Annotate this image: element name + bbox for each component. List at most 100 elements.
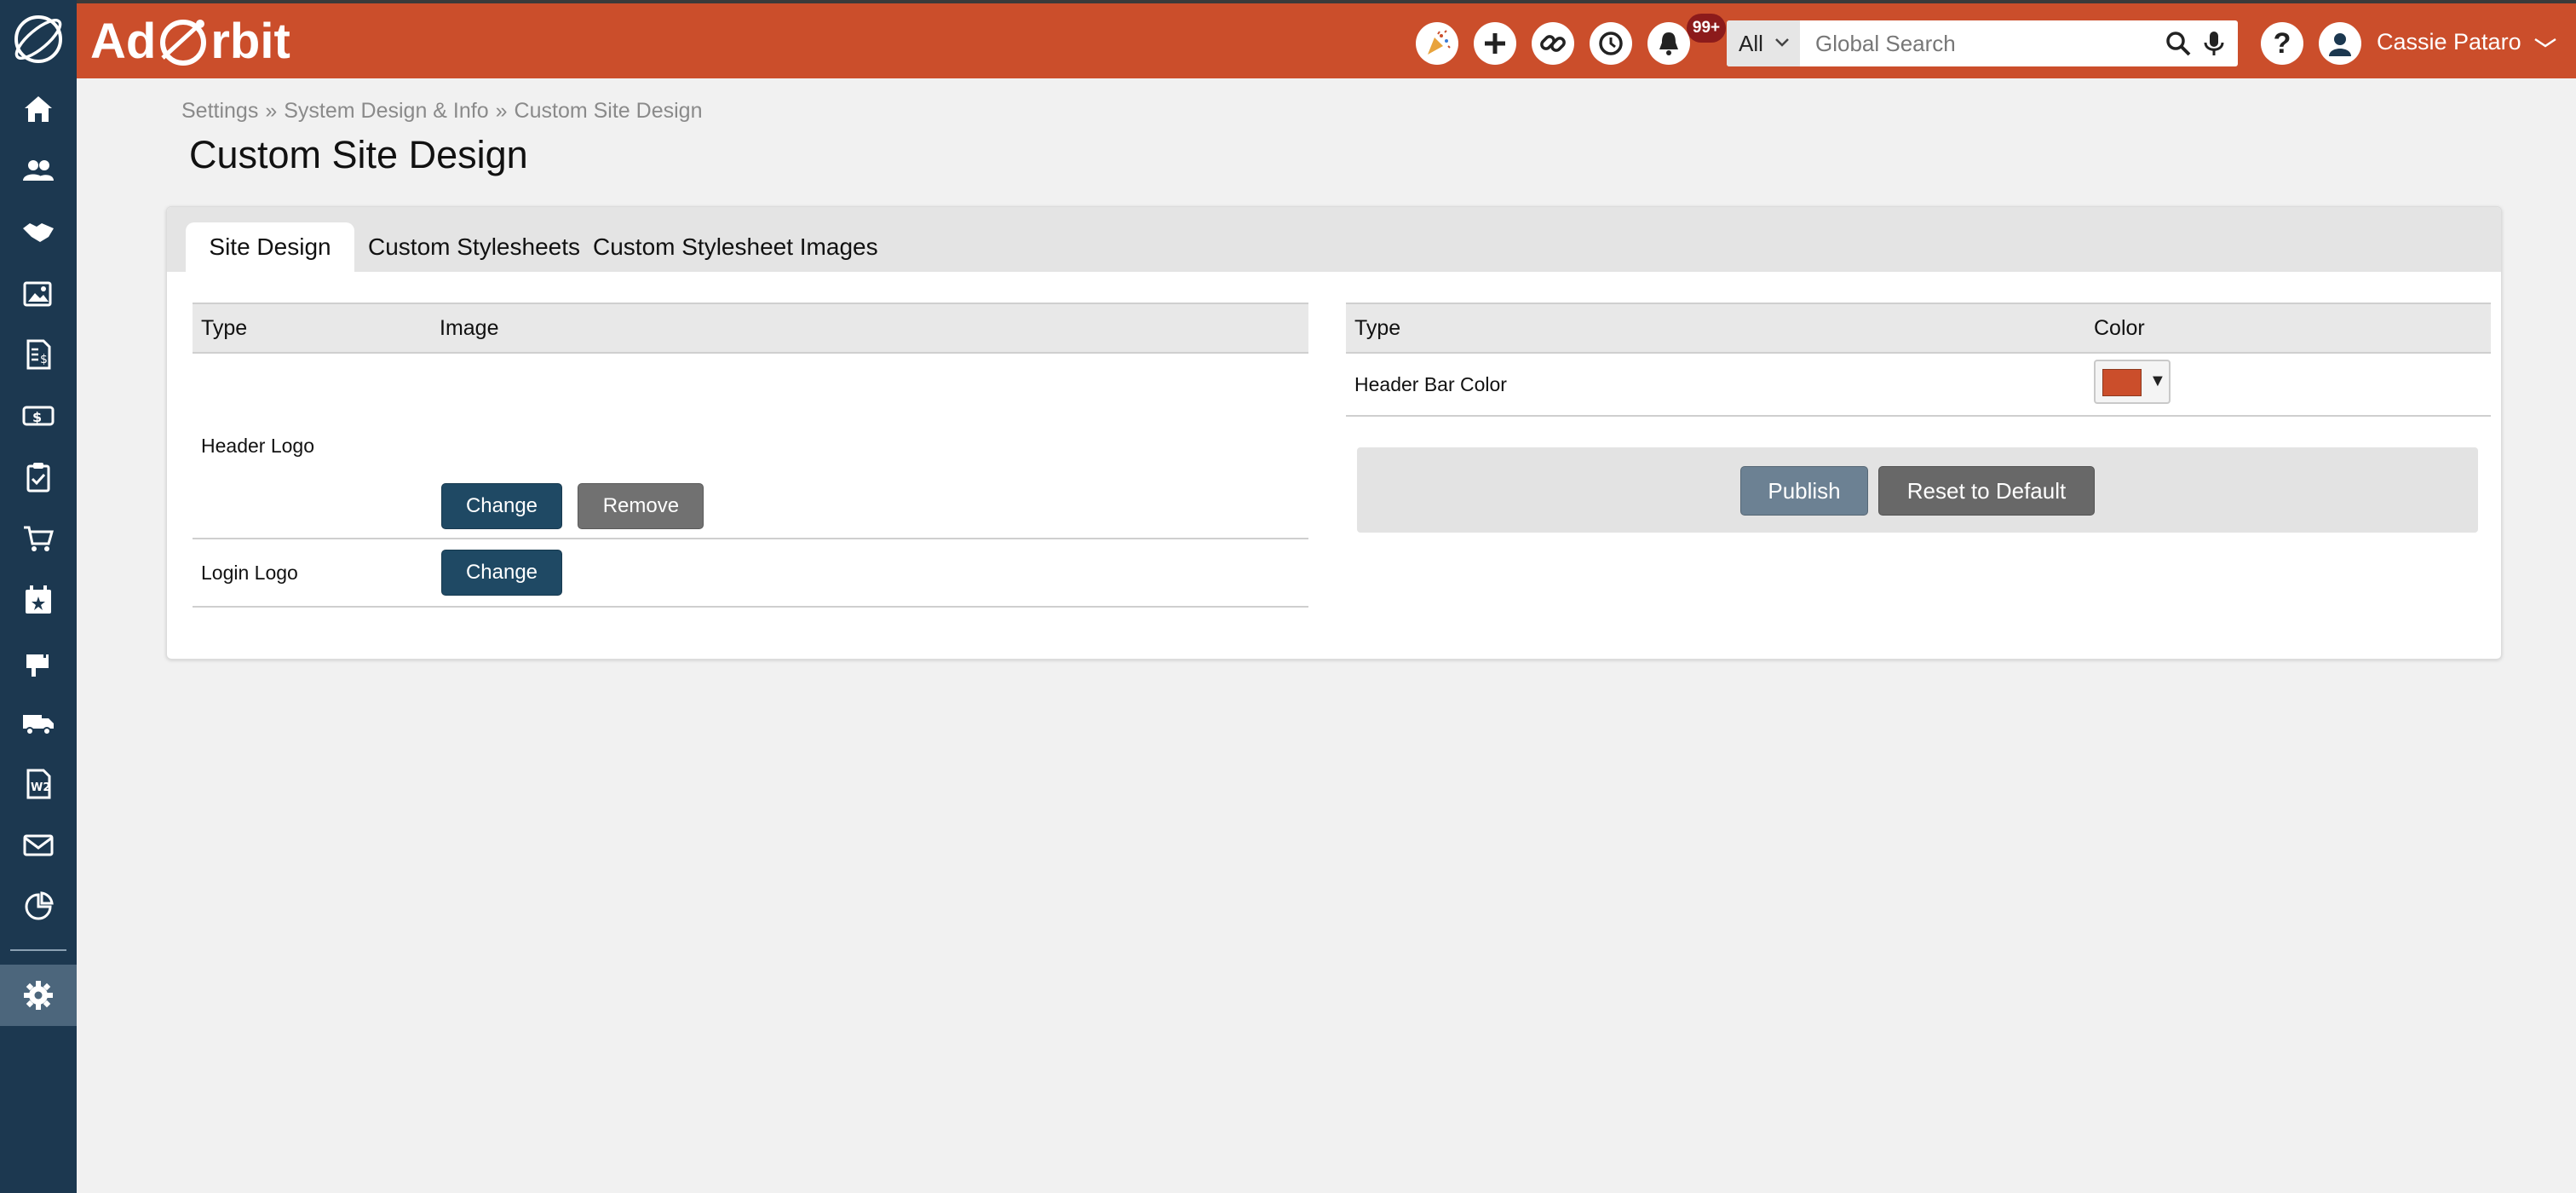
global-search-box: All [1727,20,2238,66]
svg-text:$: $ [40,353,48,366]
column-header-image: Image [431,303,1308,354]
user-name-label: Cassie Pataro [2377,29,2521,55]
tab-custom-stylesheets[interactable]: Custom Stylesheets [351,222,597,272]
breadcrumb-separator: » [495,99,508,123]
search-button[interactable] [2163,28,2194,59]
sidebar: $ $ W2 [0,0,77,1193]
clipboard-icon [26,463,50,493]
brand-text-ad: Ad [90,13,157,69]
table-header-row: Type Color [1346,303,2491,354]
column-header-type: Type [193,303,431,354]
history-button[interactable] [1590,22,1632,65]
user-menu[interactable]: Cassie Pataro [2377,29,2558,55]
sidebar-item-orders[interactable] [0,508,77,569]
login-logo-actions: Change [431,539,1308,608]
envelope-icon [23,834,54,856]
header-bar-color-cell: ▼ [2085,353,2491,417]
link-icon [1540,35,1566,52]
search-scope-select[interactable]: All [1727,20,1800,66]
header-bar-color-picker[interactable]: ▼ [2094,360,2171,404]
sidebar-item-contacts[interactable] [0,140,77,201]
handshake-icon [23,223,54,242]
top-header-bar: Ad rbit All Global Search ? Cassie Patar… [77,3,2576,78]
celebration-button[interactable] [1416,22,1458,65]
page-title: Custom Site Design [189,133,528,176]
cart-icon [24,526,54,551]
user-icon [2329,33,2351,56]
login-logo-change-button[interactable]: Change [441,550,562,596]
orbit-o-icon [156,9,210,73]
table-row: Header Bar Color ▼ [1346,353,2491,417]
money-icon: $ [22,406,55,426]
sidebar-item-events[interactable] [0,569,77,631]
row-type-header-logo: Header Logo [193,353,431,539]
global-search-input[interactable] [1800,20,2158,66]
sidebar-item-delivery[interactable] [0,692,77,753]
sidebar-item-invoices[interactable]: $ [0,324,77,385]
microphone-icon [2204,32,2224,55]
header-colors-table: Type Color Header Bar Color ▼ [1346,303,2491,417]
sidebar-item-settings[interactable] [0,965,77,1026]
site-design-panel: Site Design Custom Stylesheets Custom St… [166,206,2502,660]
notification-count-badge: 99+ [1687,14,1726,43]
plus-icon [1485,33,1505,54]
row-type-login-logo: Login Logo [193,539,431,608]
sidebar-item-w2[interactable]: W2 [0,753,77,815]
history-icon [1599,32,1623,55]
media-icon [23,281,52,307]
contacts-icon [23,160,54,181]
reset-to-default-button[interactable]: Reset to Default [1878,466,2095,516]
invoice-icon: $ [26,339,51,370]
search-icon [2166,32,2191,56]
header-logo-actions: Change Remove [431,353,1308,539]
table-header-row: Type Image [193,303,1308,354]
breadcrumb-current: Custom Site Design [514,99,703,123]
header-logo-remove-button[interactable]: Remove [578,483,704,529]
sidebar-item-reports[interactable] [0,876,77,937]
bell-icon [1659,32,1678,55]
sidebar-item-mailbox[interactable] [0,631,77,692]
gear-icon [24,981,53,1010]
tab-site-design[interactable]: Site Design [186,222,354,272]
mailbox-icon [26,649,49,677]
breadcrumb-settings[interactable]: Settings [181,99,258,123]
sidebar-item-billing[interactable]: $ [0,385,77,447]
sidebar-item-mail[interactable] [0,815,77,876]
sidebar-divider [10,949,66,951]
w2-icon: W2 [26,769,51,799]
breadcrumb-separator: » [265,99,278,123]
brand-text-rbit: rbit [210,13,290,69]
sidebar-item-deals[interactable] [0,201,77,262]
chevron-down-icon [2534,37,2556,48]
breadcrumb-system-design[interactable]: System Design & Info [284,99,488,123]
home-icon [25,96,52,122]
search-scope-value: All [1739,30,1763,56]
svg-text:$: $ [32,409,42,425]
brand-logo[interactable]: Ad rbit [90,9,290,73]
voice-search-button[interactable] [2199,28,2229,59]
publish-button[interactable]: Publish [1740,466,1868,516]
tab-custom-stylesheet-images[interactable]: Custom Stylesheet Images [593,222,878,272]
calendar-star-icon [26,585,51,614]
avatar[interactable] [2319,22,2361,65]
add-new-button[interactable] [1474,22,1516,65]
sidebar-item-media[interactable] [0,262,77,324]
column-header-type: Type [1346,303,2085,354]
row-type-header-bar-color: Header Bar Color [1346,353,2085,417]
chevron-down-icon [1775,38,1789,47]
table-row: Login Logo Change [193,539,1308,608]
links-button[interactable] [1532,22,1574,65]
tab-bar: Site Design Custom Stylesheets Custom St… [167,207,2501,272]
header-logo-change-button[interactable]: Change [441,483,562,529]
truck-icon [23,715,54,735]
column-header-color: Color [2085,303,2491,354]
dropdown-arrow-icon: ▼ [2149,372,2166,390]
logo-images-table: Type Image Header Logo Change Remove Log… [193,303,1308,608]
sidebar-item-home[interactable] [0,78,77,140]
orbit-logo-icon[interactable] [0,0,77,78]
notifications-button[interactable] [1647,22,1690,65]
svg-text:W2: W2 [31,781,50,794]
party-popper-icon [1428,30,1451,55]
help-button[interactable]: ? [2261,22,2303,65]
sidebar-item-tasks[interactable] [0,447,77,508]
